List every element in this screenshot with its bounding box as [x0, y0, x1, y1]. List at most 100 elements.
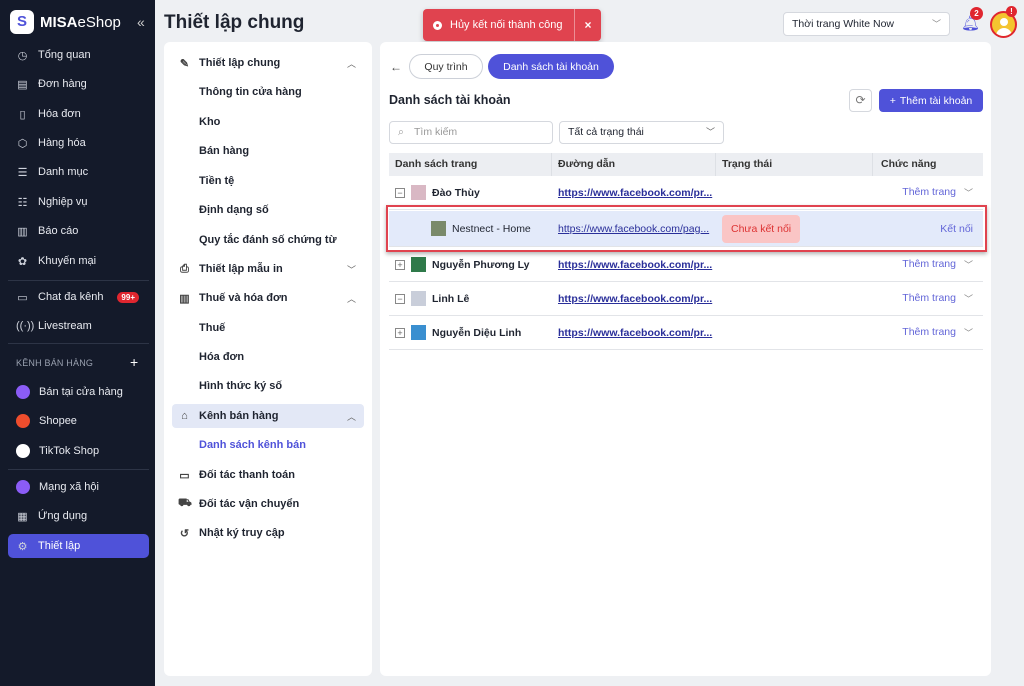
tab-danh-sach-tai-khoan[interactable]: Danh sách tài khoản — [488, 54, 614, 79]
collapse-icon[interactable]: « — [137, 14, 145, 30]
sidebar-item[interactable]: ▦ Ứng dụng — [8, 504, 149, 528]
settings-nav-item[interactable]: ⛟ Đối tác vận chuyển — [172, 492, 364, 516]
page-name: Nguyễn Phương Ly — [432, 258, 530, 271]
sidebar-item[interactable]: ✿ Khuyến mại — [8, 249, 149, 273]
settings-nav-item[interactable]: ▭ Đối tác thanh toán — [172, 463, 364, 487]
chart-icon: ▥ — [17, 225, 28, 238]
chevron-down-icon: ﹀ — [705, 127, 715, 137]
page-avatar — [411, 257, 426, 272]
settings-nav-label: Thiết lập mẫu in — [199, 263, 283, 275]
chat-icon: ▭ — [17, 291, 28, 304]
settings-nav-label: Thiết lập chung — [199, 57, 281, 69]
sidebar-item-label: Chat đa kênh — [38, 291, 104, 303]
tab-quy-trinh[interactable]: Quy trình — [409, 54, 483, 79]
sidebar-item-label: Hóa đơn — [38, 108, 81, 120]
channel-label: TikTok Shop — [39, 445, 100, 457]
store-select[interactable]: Thời trang White Now ﹀ — [783, 12, 950, 36]
sidebar-item[interactable]: Mạng xã hội — [8, 475, 149, 499]
settings-nav-item[interactable]: ⎙ Thiết lập mẫu in ﹀ — [172, 257, 364, 281]
page-avatar — [411, 291, 426, 306]
gear-icon: ⚙ — [17, 540, 28, 553]
status-filter[interactable]: Tất cả trạng thái ﹀ — [559, 121, 724, 144]
settings-nav-label: Kênh bán hàng — [199, 410, 279, 422]
chevron-down-icon[interactable]: ﹀ — [964, 326, 973, 339]
table-row[interactable]: + Nguyễn Diệu Linh https://www.facebook.co… — [389, 316, 983, 350]
toast: Hủy kết nối thành công × — [423, 9, 601, 41]
settings-nav-item[interactable]: ↺ Nhật ký truy cập — [172, 521, 364, 545]
sidebar-channel[interactable]: Shopee — [8, 409, 149, 433]
column-header: Trạng thái — [716, 153, 873, 176]
settings-nav-item[interactable]: ⌂ Kênh bán hàng ︿ — [172, 404, 364, 428]
chevron-up-icon[interactable]: ︿ — [347, 57, 356, 70]
sidebar-item[interactable]: ((·)) Livestream — [8, 314, 149, 338]
page-link[interactable]: https://www.facebook.com/pr... — [558, 327, 712, 339]
settings-nav-item[interactable]: Thông tin cửa hàng — [172, 80, 364, 104]
settings-nav-item[interactable]: ✎ Thiết lập chung ︿ — [172, 51, 364, 75]
sidebar-item[interactable]: ▤ Đơn hàng — [8, 72, 149, 96]
sidebar: S MISAeShop « ◷ Tổng quan ▤ Đơn hàng ▯ Hóa đơ… — [0, 0, 155, 686]
expand-icon[interactable]: + — [395, 259, 405, 270]
settings-nav-item[interactable]: Kho — [172, 110, 364, 134]
add-page-link[interactable]: Thêm trang — [902, 258, 956, 271]
page-link[interactable]: https://www.facebook.com/pr... — [558, 187, 712, 199]
search-input[interactable]: ⌕ Tìm kiếm — [389, 121, 553, 144]
refresh-icon: ⟳ — [855, 93, 866, 107]
settings-nav-label: Kho — [199, 116, 221, 128]
settings-nav-item[interactable]: Quy tắc đánh số chứng từ — [172, 228, 364, 252]
sidebar-item[interactable]: ◷ Tổng quan — [8, 43, 149, 67]
page-cell: − Linh Lê — [389, 291, 552, 306]
settings-nav-item[interactable]: Thuế — [172, 316, 364, 340]
filter-value: Tất cả trạng thái — [568, 126, 644, 138]
table-header: Danh sách trang Đường dẫn Trạng thái Chứ… — [389, 153, 983, 176]
order-icon: ▤ — [17, 78, 28, 91]
collapse-icon[interactable]: − — [395, 187, 405, 198]
wrench-icon: ✎ — [179, 57, 190, 70]
sidebar-item[interactable]: ☰ Danh mục — [8, 160, 149, 184]
chevron-down-icon[interactable]: ﹀ — [347, 263, 356, 276]
sidebar-item-label: Mạng xã hội — [39, 481, 99, 493]
chevron-down-icon[interactable]: ﹀ — [964, 186, 973, 199]
chevron-up-icon[interactable]: ︿ — [347, 410, 356, 423]
sidebar-item[interactable]: ▭ Chat đa kênh 99+ — [8, 285, 149, 309]
sidebar-item[interactable]: ☷ Nghiệp vụ — [8, 190, 149, 214]
chevron-down-icon[interactable]: ﹀ — [964, 258, 973, 271]
action-cell: Thêm trang ﹀ — [873, 258, 983, 271]
add-page-link[interactable]: Thêm trang — [902, 326, 956, 339]
sidebar-channel[interactable]: Bán tại cửa hàng — [8, 380, 149, 404]
settings-nav-item[interactable]: Hóa đơn — [172, 345, 364, 369]
add-channel-icon[interactable]: + — [130, 354, 138, 370]
settings-nav-item[interactable]: Định dạng số — [172, 198, 364, 222]
page-link[interactable]: https://www.facebook.com/pr... — [558, 293, 712, 305]
column-header: Đường dẫn — [552, 153, 716, 176]
add-account-button[interactable]: + Thêm tài khoản — [879, 89, 983, 112]
refresh-button[interactable]: ⟳ — [849, 89, 872, 112]
add-page-link[interactable]: Thêm trang — [902, 186, 956, 199]
chevron-down-icon: ﹀ — [931, 19, 941, 29]
sidebar-item-label: Nghiệp vụ — [38, 196, 88, 208]
settings-nav-item[interactable]: ▥ Thuế và hóa đơn ︿ — [172, 286, 364, 310]
table-row[interactable]: − Linh Lê https://www.facebook.com/pr... Th… — [389, 282, 983, 316]
settings-nav-item[interactable]: Danh sách kênh bán — [172, 433, 364, 457]
sidebar-item[interactable]: ▥ Báo cáo — [8, 219, 149, 243]
close-icon[interactable]: × — [574, 9, 601, 41]
settings-nav-item[interactable]: Bán hàng — [172, 139, 364, 163]
page-link[interactable]: https://www.facebook.com/pr... — [558, 259, 712, 271]
brand-bold: MISA — [40, 14, 78, 31]
notification-badge: 2 — [970, 7, 983, 20]
expand-icon[interactable]: + — [395, 327, 405, 338]
sidebar-item[interactable]: ▯ Hóa đơn — [8, 102, 149, 126]
column-header: Chức năng — [881, 158, 937, 170]
table-row[interactable]: + Nguyễn Phương Ly https://www.facebook.co… — [389, 248, 983, 282]
sidebar-item[interactable]: ⬡ Hàng hóa — [8, 131, 149, 155]
chevron-down-icon[interactable]: ﹀ — [964, 292, 973, 305]
settings-nav-item[interactable]: Tiền tệ — [172, 169, 364, 193]
back-arrow-icon[interactable]: ← — [390, 60, 402, 74]
collapse-icon[interactable]: − — [395, 293, 405, 304]
chevron-up-icon[interactable]: ︿ — [347, 292, 356, 305]
content-panel: ← Quy trình Danh sách tài khoản Danh sác… — [380, 42, 991, 676]
page-avatar — [411, 325, 426, 340]
add-page-link[interactable]: Thêm trang — [902, 292, 956, 305]
settings-nav-item[interactable]: Hình thức ký số — [172, 374, 364, 398]
sidebar-item[interactable]: ⚙ Thiết lập — [8, 534, 149, 558]
sidebar-channel[interactable]: TikTok Shop — [8, 439, 149, 463]
